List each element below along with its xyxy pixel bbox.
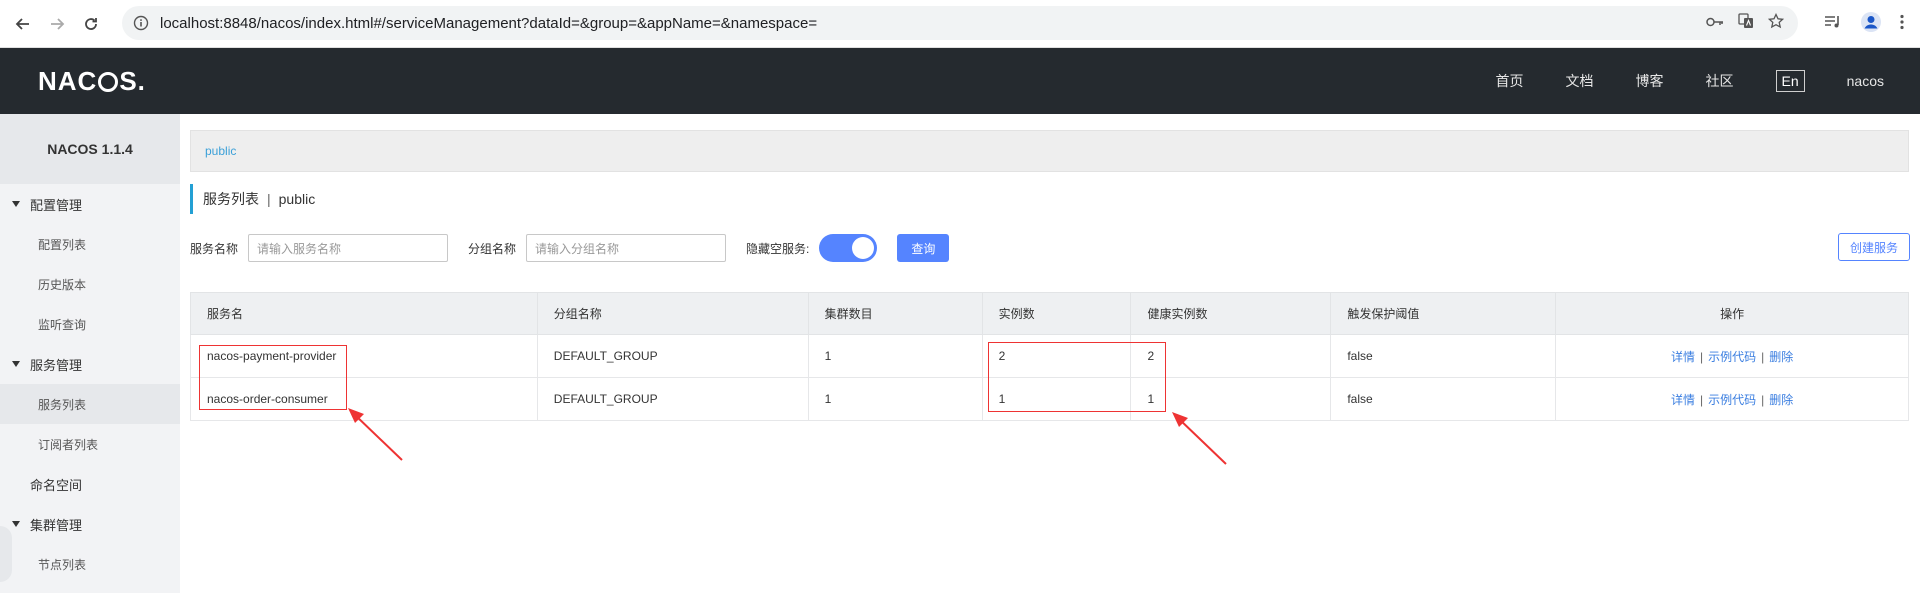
annotation-box-service-names — [199, 345, 347, 410]
sample-code-link[interactable]: 示例代码 — [1708, 350, 1756, 364]
sidebar-group-service[interactable]: 服务管理 — [0, 344, 180, 384]
delete-link[interactable]: 删除 — [1769, 393, 1793, 407]
sidebar: NACOS 1.1.4 配置管理 配置列表 历史版本 监听查询 服务管理 服务列… — [0, 114, 180, 593]
sidebar-group-label: 集群管理 — [30, 517, 83, 533]
caret-down-icon — [12, 361, 20, 367]
sidebar-group-config[interactable]: 配置管理 — [0, 184, 180, 224]
nav-community[interactable]: 社区 — [1706, 71, 1734, 91]
sidebar-collapse-handle[interactable] — [0, 526, 12, 582]
nav-blog[interactable]: 博客 — [1636, 71, 1664, 91]
app-header: NAC S. 首页 文档 博客 社区 En nacos — [0, 48, 1920, 114]
sidebar-item-listener-query[interactable]: 监听查询 — [0, 304, 180, 344]
sidebar-item-node-list[interactable]: 节点列表 — [0, 544, 180, 584]
cell-operations: 详情 | 示例代码 | 删除 — [1555, 377, 1909, 421]
sidebar-item-config-list[interactable]: 配置列表 — [0, 224, 180, 264]
delete-link[interactable]: 删除 — [1769, 350, 1793, 364]
annotation-box-instance-counts — [988, 342, 1166, 412]
col-header-group[interactable]: 分组名称 — [536, 292, 809, 335]
detail-link[interactable]: 详情 — [1671, 393, 1695, 407]
namespace-link-public[interactable]: public — [205, 144, 236, 158]
back-icon[interactable] — [8, 9, 38, 39]
col-header-operations[interactable]: 操作 — [1555, 292, 1909, 335]
hide-empty-label: 隐藏空服务: — [746, 241, 810, 256]
query-button[interactable]: 查询 — [897, 234, 950, 262]
service-name-input[interactable]: 请输入服务名称 — [248, 234, 449, 262]
profile-avatar-icon[interactable] — [1860, 11, 1882, 38]
namespace-bar: public — [190, 130, 1909, 172]
op-separator: | — [1699, 392, 1704, 407]
caret-down-icon — [12, 521, 20, 527]
col-header-instances[interactable]: 实例数 — [981, 292, 1132, 335]
col-header-clusters[interactable]: 集群数目 — [807, 292, 983, 335]
sidebar-item-subscribers[interactable]: 订阅者列表 — [0, 424, 180, 464]
table-header-row: 服务名 分组名称 集群数目 实例数 健康实例数 触发保护阈值 操作 — [190, 292, 1909, 335]
cell-threshold: false — [1330, 334, 1557, 378]
nav-docs[interactable]: 文档 — [1566, 71, 1594, 91]
filter-row: 服务名称 请输入服务名称 分组名称 请输入分组名称 隐藏空服务: 查询 — [190, 233, 950, 263]
cell-clusters: 1 — [807, 377, 983, 421]
password-key-icon[interactable] — [1706, 15, 1724, 32]
cell-clusters: 1 — [807, 334, 983, 378]
cell-group: DEFAULT_GROUP — [536, 334, 809, 378]
bookmark-star-icon[interactable] — [1767, 12, 1785, 33]
sidebar-group-cluster[interactable]: 集群管理 — [0, 504, 180, 544]
sidebar-item-history[interactable]: 历史版本 — [0, 264, 180, 304]
cell-operations: 详情 | 示例代码 | 删除 — [1555, 334, 1909, 378]
page-title-namespace: public — [278, 191, 316, 207]
nav-home[interactable]: 首页 — [1496, 71, 1524, 91]
translate-icon[interactable] — [1738, 13, 1754, 33]
cell-group: DEFAULT_GROUP — [536, 377, 809, 421]
page-title-text: 服务列表 — [203, 191, 259, 207]
media-queue-icon[interactable] — [1824, 14, 1842, 35]
language-switch[interactable]: En — [1775, 70, 1805, 92]
op-separator: | — [1699, 349, 1704, 364]
nacos-logo[interactable]: NAC S. — [38, 66, 146, 97]
forward-icon[interactable] — [42, 9, 72, 39]
toggle-knob — [852, 237, 875, 259]
hide-empty-toggle[interactable] — [819, 234, 878, 262]
annotation-arrow-left — [348, 408, 403, 461]
col-header-threshold[interactable]: 触发保护阈值 — [1330, 292, 1557, 335]
col-header-healthy[interactable]: 健康实例数 — [1130, 292, 1332, 335]
col-header-service-name[interactable]: 服务名 — [190, 292, 538, 335]
browser-toolbar: localhost:8848/nacos/index.html#/service… — [0, 0, 1920, 48]
sidebar-title: NACOS 1.1.4 — [0, 114, 180, 184]
reload-icon[interactable] — [76, 9, 106, 39]
site-info-icon[interactable] — [130, 12, 152, 34]
detail-link[interactable]: 详情 — [1671, 350, 1695, 364]
more-menu-icon[interactable] — [1900, 14, 1904, 35]
cell-threshold: false — [1330, 377, 1557, 421]
url-text[interactable]: localhost:8848/nacos/index.html#/service… — [160, 15, 817, 32]
caret-down-icon — [12, 201, 20, 207]
page-title-separator: | — [267, 191, 271, 207]
sample-code-link[interactable]: 示例代码 — [1708, 393, 1756, 407]
sidebar-group-label: 配置管理 — [30, 197, 83, 213]
user-name[interactable]: nacos — [1847, 73, 1884, 89]
op-separator: | — [1761, 392, 1765, 407]
group-name-label: 分组名称 — [468, 241, 517, 256]
sidebar-item-namespace[interactable]: 命名空间 — [0, 464, 180, 504]
op-separator: | — [1761, 349, 1765, 364]
address-bar[interactable]: localhost:8848/nacos/index.html#/service… — [122, 6, 1798, 40]
page-title: 服务列表 | public — [190, 184, 315, 214]
sidebar-item-service-list[interactable]: 服务列表 — [0, 384, 180, 424]
top-nav: 首页 文档 博客 社区 En nacos — [1454, 48, 1884, 114]
group-name-input[interactable]: 请输入分组名称 — [526, 234, 727, 262]
sidebar-group-label: 服务管理 — [30, 357, 83, 373]
annotation-arrow-right — [1172, 412, 1227, 465]
service-name-label: 服务名称 — [190, 241, 239, 256]
create-service-button[interactable]: 创建服务 — [1837, 233, 1910, 261]
